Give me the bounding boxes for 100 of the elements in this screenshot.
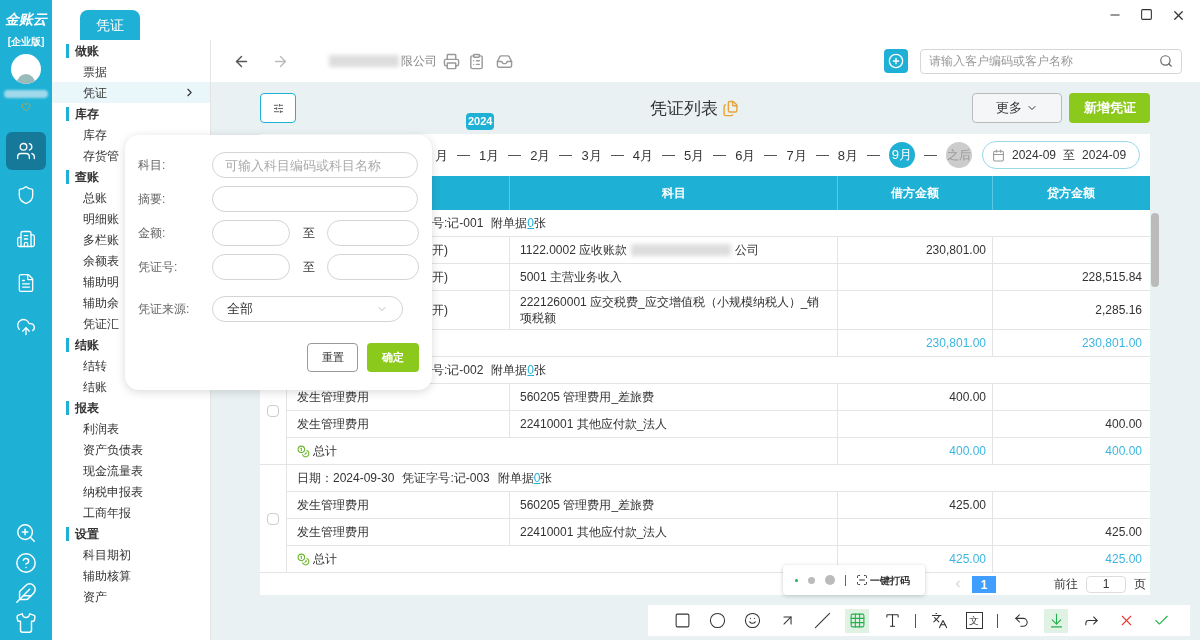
table-cell: 22410001 其他应付款_法人 — [520, 416, 668, 432]
sidebar-item[interactable]: 利润表 — [52, 418, 210, 439]
page-input[interactable]: 1 — [1086, 575, 1126, 593]
search-field[interactable]: 请输入客户编码或客户名称 — [929, 52, 1159, 70]
sidebar-item[interactable]: 纳税申报表 — [52, 481, 210, 502]
table-cell-text: 400.00 — [1105, 416, 1142, 433]
scan-icon — [856, 574, 868, 586]
sidebar-item[interactable]: 辅助核算 — [52, 565, 210, 586]
month-item[interactable]: 7月 — [786, 146, 807, 166]
reset-button[interactable]: 重置 — [307, 343, 358, 372]
translate-icon — [930, 612, 948, 629]
column-header: 借方金额 — [838, 176, 993, 210]
total-credit: 425.00 — [1105, 551, 1142, 568]
sidebar-item[interactable]: 凭证 — [52, 82, 210, 103]
voucher-number: 凭证字号:记-003 — [402, 470, 490, 487]
coins-icon — [297, 444, 310, 458]
month-item[interactable]: 5月 — [683, 146, 705, 166]
month-item[interactable]: 6月 — [735, 146, 756, 166]
shirt-icon[interactable] — [15, 612, 37, 634]
section-title: 结账 — [75, 336, 99, 354]
range-start-field[interactable] — [212, 254, 290, 280]
blurred-company — [329, 55, 399, 67]
page-suffix: 页 — [1134, 576, 1146, 593]
add-client-button[interactable] — [884, 49, 908, 73]
table-cell: 1122.0002 应收账款 — [520, 242, 628, 258]
text-field[interactable] — [212, 186, 418, 212]
field-label: 金额: — [138, 225, 167, 242]
total-credit: 400.00 — [1105, 443, 1142, 460]
total-label: 总计 — [313, 551, 337, 568]
field-label: 凭证号: — [138, 259, 179, 276]
voucher-number: 号:记-002 — [432, 362, 484, 379]
table-cell-text: 228,515.84 — [1081, 269, 1142, 286]
month-item[interactable]: 月 — [435, 146, 448, 166]
table-cell-text: 2,285.16 — [1095, 302, 1142, 319]
total-debit: 400.00 — [949, 443, 986, 460]
sidebar-item[interactable]: 工商年报 — [52, 502, 210, 523]
total-debit: 425.00 — [949, 551, 986, 568]
text-field[interactable]: 可输入科目编码或科目名称 — [212, 152, 418, 178]
table-cell: 560205 管理费用_差旅费 — [520, 389, 655, 405]
feather-icon[interactable] — [15, 582, 37, 604]
sliders-icon — [272, 102, 284, 114]
range-end-field[interactable] — [327, 220, 419, 246]
month-item[interactable]: 3月 — [581, 146, 602, 166]
total-credit: 230,801.00 — [1081, 335, 1142, 352]
section-title: 做账 — [75, 42, 99, 60]
column-header: 科目 — [510, 176, 838, 210]
month-item[interactable]: 4月 — [632, 146, 653, 166]
table-cell: 22410001 其他应付款_法人 — [520, 524, 668, 540]
auto-mosaic-button[interactable]: 一键打码 — [856, 572, 910, 588]
attachment-unit: 张 — [534, 215, 547, 232]
square-icon — [673, 612, 691, 629]
range-separator: 至 — [301, 259, 316, 276]
table-cell-text: 400.00 — [949, 389, 986, 406]
inbox-icon[interactable] — [496, 52, 513, 70]
document-icon — [722, 100, 739, 118]
attachment-unit: 张 — [534, 362, 547, 379]
field-label: 凭证来源: — [138, 301, 191, 318]
attachment-label: 附单据 — [491, 215, 528, 232]
avatar[interactable] — [11, 54, 41, 84]
clipboard-icon[interactable] — [468, 52, 485, 70]
sidebar-item[interactable]: 现金流量表 — [52, 460, 210, 481]
coins-icon — [297, 552, 310, 566]
range-start-field[interactable] — [212, 220, 290, 246]
maximize-icon[interactable] — [1140, 8, 1153, 21]
printer-icon[interactable] — [443, 52, 460, 70]
sidebar-item[interactable]: 科目期初 — [52, 544, 210, 565]
help-icon[interactable] — [15, 552, 37, 574]
company-name: 限公司 — [401, 53, 437, 70]
search-box[interactable]: 请输入客户编码或客户名称 — [920, 48, 1182, 74]
sidebar-item[interactable]: 资产负债表 — [52, 439, 210, 460]
search-icon — [1159, 54, 1173, 68]
goto-label: 前往 — [1054, 576, 1078, 593]
nav-button[interactable] — [6, 132, 46, 170]
month-item[interactable]: 2月 — [530, 146, 551, 166]
table-cell-text: 开) — [432, 242, 448, 259]
month-item[interactable]: 1月 — [479, 146, 500, 166]
cloud-upload-icon — [16, 317, 36, 337]
building-icon — [16, 229, 36, 249]
filter-button[interactable] — [260, 93, 296, 123]
total-debit: 230,801.00 — [925, 335, 986, 352]
section-title: 报表 — [75, 399, 99, 417]
sidebar-item[interactable]: 票据 — [52, 61, 210, 82]
table-cell-text: 425.00 — [949, 497, 986, 514]
table-cell: 560205 管理费用_差旅费 — [520, 497, 655, 513]
sidebar-item[interactable]: 资产 — [52, 586, 210, 607]
attachment-label: 附单据 — [491, 362, 528, 379]
row-checkbox[interactable] — [267, 512, 279, 525]
table-cell-text: 开) — [432, 302, 448, 319]
close-icon[interactable] — [1171, 8, 1186, 23]
attachment-label: 附单据 — [497, 470, 534, 487]
text-icon — [883, 612, 901, 629]
range-end-field[interactable] — [327, 254, 419, 280]
more-button[interactable]: 更多 — [972, 93, 1062, 123]
scrollbar-thumb[interactable] — [1151, 213, 1159, 287]
table-cell-text: 发生管理费用 — [297, 416, 369, 433]
zoom-in-icon[interactable] — [15, 522, 37, 544]
blurred-name — [4, 90, 48, 98]
month-item[interactable]: 8月 — [837, 146, 858, 166]
row-checkbox[interactable] — [267, 404, 279, 417]
users-icon — [16, 141, 36, 161]
